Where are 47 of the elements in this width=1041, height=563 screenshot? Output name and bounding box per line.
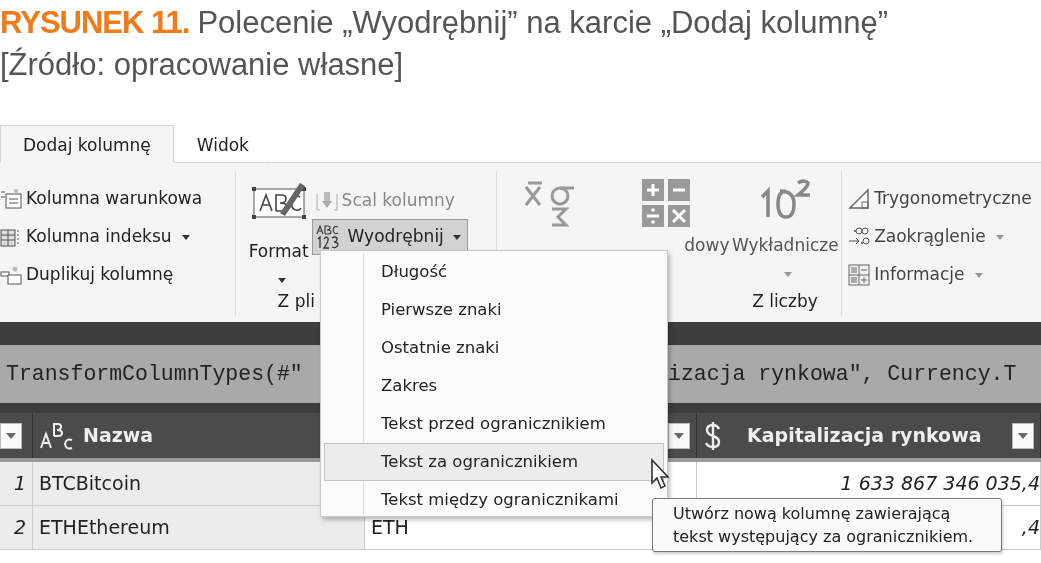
merge-columns-label: Scal kolumny bbox=[311, 183, 462, 219]
ribbon-tab[interactable]: Dodaj kolumnę bbox=[0, 125, 174, 163]
formula-text: izacja rynkowa", Currency.T bbox=[668, 360, 1017, 388]
caret-icon bbox=[6, 432, 16, 439]
column-header[interactable]: Nazwa bbox=[83, 421, 154, 450]
caret-icon bbox=[1018, 432, 1028, 439]
extract-button[interactable]: Wyodrębnij bbox=[311, 219, 468, 255]
merge-columns-icon bbox=[314, 190, 339, 212]
caret-icon bbox=[784, 271, 793, 277]
figure-caption: RYSUNEK 11. Polecenie „Wyodrębnij” na karcie „Dodaj kolumnę” bbox=[0, 4, 890, 42]
rounding-icon bbox=[848, 226, 871, 248]
formula-text: TransformColumnTypes(#" bbox=[5, 360, 303, 388]
menu-item[interactable]: Tekst przed ogranicznikiem bbox=[324, 405, 664, 443]
ribbon-button[interactable]: Duplikuj kolumnę bbox=[0, 257, 174, 293]
ribbon-button[interactable]: Kolumna warunkowa bbox=[0, 181, 203, 217]
filter-dropdown[interactable] bbox=[1012, 422, 1034, 449]
menu-item[interactable]: Ostatnie znaki bbox=[324, 329, 664, 367]
tooltip: Utwórz nową kolumnę zawierającą tekst występujący za ogranicznikiem. bbox=[652, 498, 1002, 552]
caption-source: [Źródło: opracowanie własne] bbox=[0, 46, 405, 84]
triangle-icon bbox=[848, 188, 871, 210]
exponent-button[interactable]: Wykładnicze bbox=[731, 233, 839, 284]
ribbon-button[interactable]: Trygonometryczne bbox=[848, 181, 1032, 217]
menu-item[interactable]: Długość bbox=[324, 253, 664, 291]
menu-item[interactable]: Tekst za ogranicznikiem bbox=[324, 443, 664, 481]
caret-icon bbox=[277, 277, 286, 283]
group-label: Z liczby bbox=[752, 289, 818, 313]
row-number: 1 bbox=[0, 462, 33, 506]
table-cell: ETHEthereum bbox=[33, 506, 365, 550]
row-number: 2 bbox=[0, 506, 33, 550]
column-header[interactable]: Kapitalizacja rynkowa bbox=[747, 421, 982, 450]
table-icon bbox=[0, 226, 22, 248]
caret-icon bbox=[452, 234, 461, 240]
menu-item[interactable]: Zakres bbox=[324, 367, 664, 405]
caret-icon bbox=[674, 432, 684, 439]
button-label: dowy bbox=[684, 234, 730, 257]
ribbon-button[interactable]: Zaokrąglenie bbox=[848, 219, 1004, 255]
info-grid-icon bbox=[848, 264, 871, 286]
text-type-icon bbox=[39, 421, 75, 450]
ribbon-button[interactable]: Kolumna indeksu bbox=[0, 219, 190, 255]
group-label: Z pli bbox=[277, 289, 315, 313]
menu-item[interactable]: Pierwsze znaki bbox=[324, 291, 664, 329]
filter-dropdown[interactable] bbox=[668, 422, 690, 449]
calculator-icon bbox=[641, 179, 690, 227]
format-button[interactable]: Format bbox=[248, 239, 309, 290]
dollar-icon bbox=[703, 420, 723, 451]
ribbon-button[interactable]: Informacje bbox=[848, 257, 983, 293]
filter-dropdown[interactable] bbox=[0, 422, 22, 449]
